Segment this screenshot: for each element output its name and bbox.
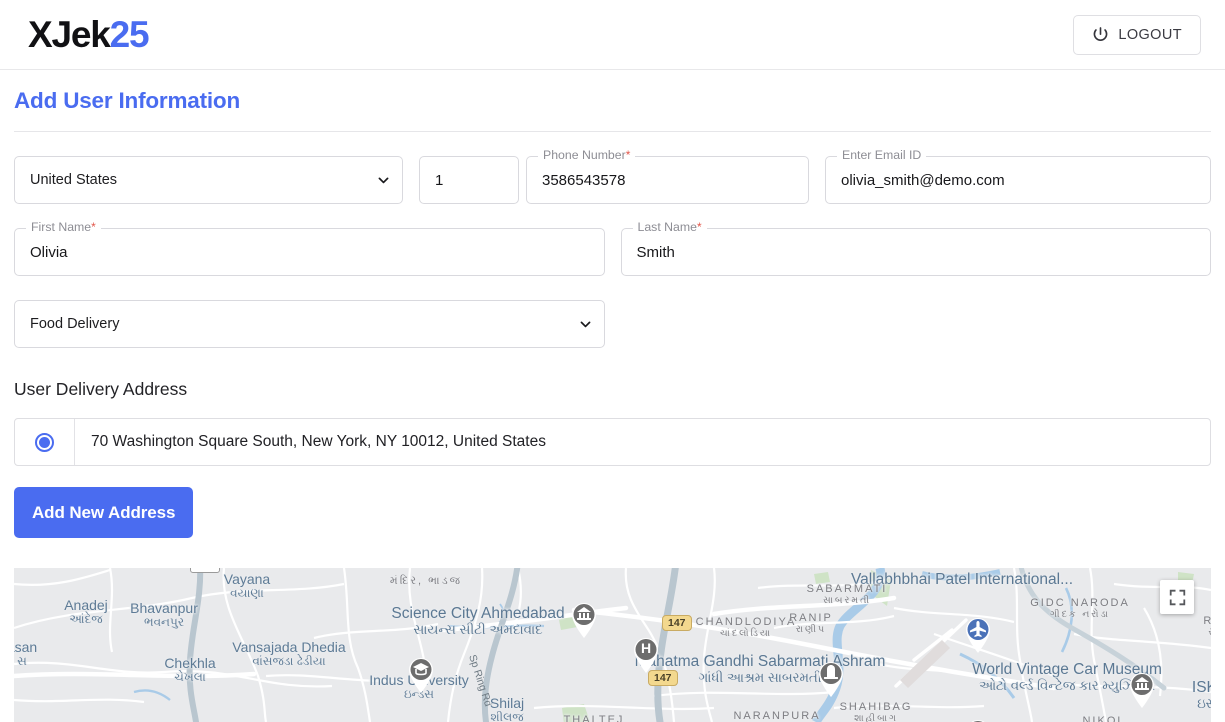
first-name-field: First Name* (14, 228, 605, 276)
country-code-input[interactable] (420, 157, 518, 203)
map-marker-airport[interactable] (963, 616, 993, 654)
map-view[interactable]: Sp Ring Rd VayanaવયાણાAnadejઆંદેજBhavanp… (14, 568, 1211, 722)
map-marker-monument[interactable] (816, 660, 846, 698)
museum-icon (569, 601, 599, 639)
add-new-address-button[interactable]: Add New Address (14, 487, 193, 538)
title-divider (14, 131, 1211, 132)
address-list: 70 Washington Square South, New York, NY… (14, 418, 1211, 466)
page-header: Add User Information (0, 70, 1225, 132)
map-canvas[interactable]: Sp Ring Rd (14, 568, 1211, 722)
logout-label: LOGOUT (1118, 27, 1182, 43)
contact-row: United States Phone Number* Enter Email … (14, 156, 1211, 204)
app-logo: XJek25 (28, 16, 148, 53)
country-field: United States (14, 156, 403, 204)
map-marker-museum[interactable] (1127, 671, 1157, 709)
museum-icon (1127, 671, 1157, 709)
phone-number-label: Phone Number* (538, 149, 635, 161)
address-text: 70 Washington Square South, New York, NY… (75, 419, 562, 465)
logout-button[interactable]: LOGOUT (1073, 15, 1201, 55)
address-section-title: User Delivery Address (14, 379, 1211, 400)
airport-icon (963, 616, 993, 654)
map-fullscreen-button[interactable] (1160, 580, 1194, 614)
last-name-fieldset: Last Name* (621, 228, 1212, 276)
map-marker-place[interactable] (963, 718, 993, 722)
map-highway-shield: 147 (662, 615, 692, 631)
app-header: XJek25 LOGOUT (0, 0, 1225, 70)
address-radio-cell[interactable] (15, 419, 75, 465)
name-row: First Name* Last Name* (14, 228, 1211, 276)
service-type-select[interactable]: Food Delivery (14, 300, 605, 348)
first-name-input[interactable] (15, 229, 604, 275)
phone-number-input[interactable] (527, 157, 808, 203)
map-tiles: Sp Ring Rd (14, 568, 1211, 722)
logo-text-primary: XJek (28, 14, 110, 55)
map-highway-shield: 133 (190, 568, 220, 573)
first-name-label: First Name* (26, 221, 101, 233)
first-name-fieldset: First Name* (14, 228, 605, 276)
address-list-item[interactable]: 70 Washington Square South, New York, NY… (15, 419, 1210, 465)
email-input[interactable] (826, 157, 1210, 203)
email-label: Enter Email ID (837, 149, 926, 161)
service-row: Food Delivery (14, 300, 1211, 348)
map-marker-museum[interactable] (569, 601, 599, 639)
place-icon (963, 718, 993, 722)
fullscreen-icon (1169, 589, 1186, 606)
country-code-box[interactable] (419, 156, 519, 204)
last-name-input[interactable] (622, 229, 1211, 275)
last-name-field: Last Name* (621, 228, 1212, 276)
power-icon (1092, 26, 1109, 43)
user-info-form: United States Phone Number* Enter Email … (0, 156, 1225, 538)
logo-text-accent: 25 (110, 14, 149, 55)
phone-field-group: Phone Number* (419, 156, 809, 204)
hospital-icon: H (631, 636, 661, 674)
map-marker-university[interactable] (406, 656, 436, 694)
university-icon (406, 656, 436, 694)
email-field: Enter Email ID (825, 156, 1211, 204)
monument-icon (816, 660, 846, 698)
email-fieldset: Enter Email ID (825, 156, 1211, 204)
page-title: Add User Information (14, 88, 1211, 114)
address-radio-selected[interactable] (35, 433, 54, 452)
svg-text:H: H (641, 640, 651, 656)
last-name-label: Last Name* (633, 221, 707, 233)
service-type-field: Food Delivery (14, 300, 605, 348)
country-select[interactable]: United States (14, 156, 403, 204)
phone-number-field: Phone Number* (526, 156, 809, 204)
map-marker-hospital[interactable]: H (631, 636, 661, 674)
